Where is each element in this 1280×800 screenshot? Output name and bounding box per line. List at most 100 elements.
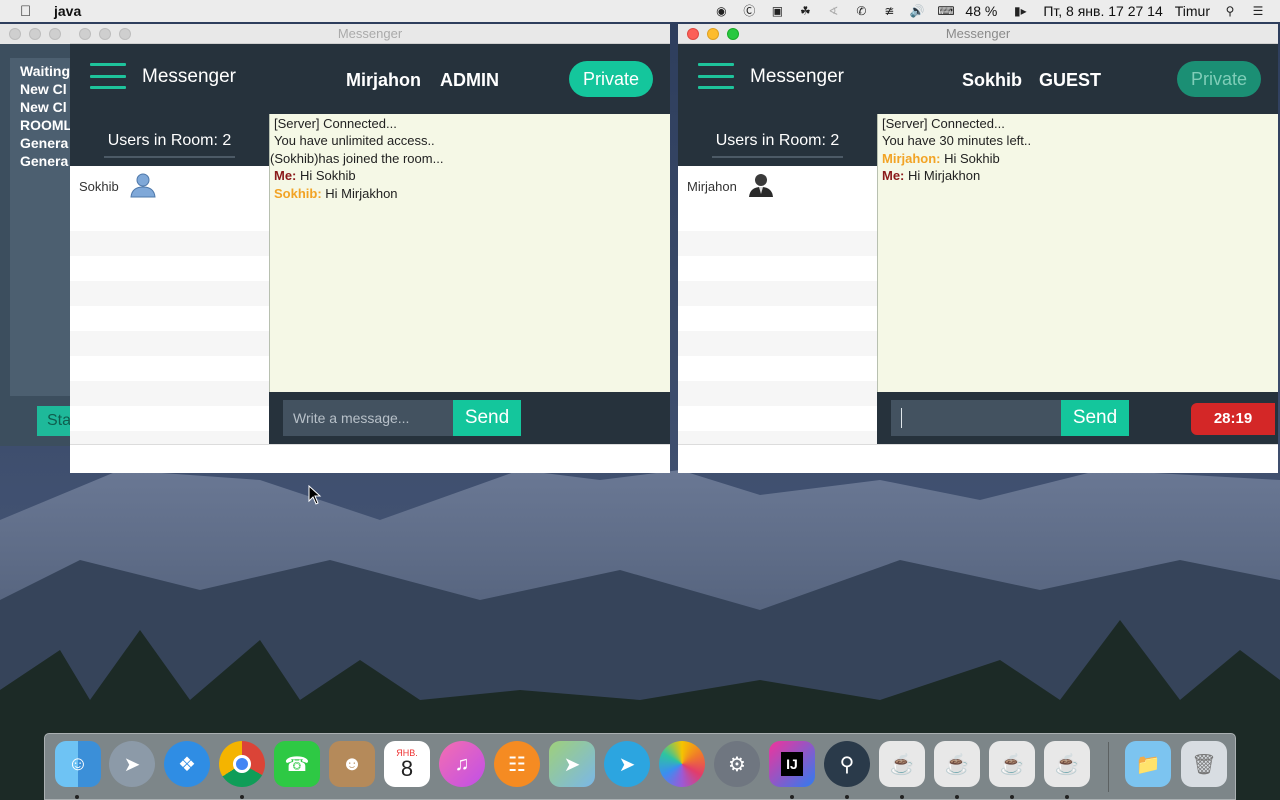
zoom-window-button[interactable] bbox=[727, 28, 739, 40]
send-button[interactable]: Send bbox=[453, 400, 521, 436]
users-sidebar: Users in Room: 2 Sokhib bbox=[70, 114, 269, 444]
user-list-empty-row bbox=[678, 431, 877, 444]
zoom-window-button[interactable] bbox=[49, 28, 61, 40]
hamburger-menu-icon[interactable] bbox=[698, 63, 734, 89]
finder-icon[interactable]: ☺ bbox=[55, 741, 101, 787]
volume-icon[interactable]: 🔊 bbox=[909, 4, 925, 18]
message-sender: Me: bbox=[274, 168, 297, 184]
photos-icon[interactable] bbox=[659, 741, 705, 787]
downloads-folder-icon[interactable]: 📁 bbox=[1125, 741, 1171, 787]
chrome-icon[interactable] bbox=[219, 741, 265, 787]
user-list-empty-row bbox=[678, 331, 877, 356]
phone-icon[interactable]: ✆ bbox=[853, 4, 869, 18]
window-title: Messenger bbox=[945, 26, 1011, 41]
launchpad-icon[interactable]: ➤ bbox=[109, 741, 155, 787]
user-role: ADMIN bbox=[440, 70, 499, 90]
evernote-icon[interactable]: ☘ bbox=[797, 4, 813, 18]
private-button[interactable]: Private bbox=[1177, 61, 1261, 97]
mouse-cursor-icon bbox=[308, 485, 322, 505]
itunes-icon[interactable]: ♫ bbox=[439, 741, 485, 787]
users-sidebar: Users in Room: 2 Mirjahon bbox=[678, 114, 877, 444]
battery-icon[interactable]: ▮▸ bbox=[1009, 4, 1031, 18]
send-button[interactable]: Send bbox=[1061, 400, 1129, 436]
chat-message: [Server] Connected... bbox=[274, 116, 397, 131]
chat-message: Sokhib: Hi Mirjakhon bbox=[274, 185, 398, 201]
notification-center-icon[interactable]: ☰ bbox=[1250, 4, 1266, 18]
user-list-empty-row bbox=[678, 256, 877, 281]
user-list-empty-row bbox=[70, 381, 269, 406]
private-button[interactable]: Private bbox=[569, 61, 653, 97]
user-list-item[interactable]: Sokhib bbox=[70, 166, 269, 206]
user-list-empty-row bbox=[678, 306, 877, 331]
window-titlebar[interactable]: Messenger bbox=[70, 24, 670, 44]
chat-log[interactable]: [Server] Connected... You have unlimited… bbox=[269, 114, 670, 392]
user-list-empty-row bbox=[70, 206, 269, 231]
app-header: Messenger Mirjahon ADMIN Private bbox=[70, 44, 670, 114]
quicktime-icon[interactable]: ⚲ bbox=[824, 741, 870, 787]
record-icon[interactable]: ◉ bbox=[713, 4, 729, 18]
messenger-window-guest: Messenger Messenger Sokhib GUEST Private… bbox=[678, 24, 1278, 473]
user-list-empty-row bbox=[70, 331, 269, 356]
user-list-item-name: Sokhib bbox=[79, 178, 119, 194]
spotlight-search-icon[interactable]: ⚲ bbox=[1222, 4, 1238, 18]
safari-icon[interactable]: ❖ bbox=[164, 741, 210, 787]
current-username: Mirjahon bbox=[346, 70, 421, 90]
hamburger-menu-icon[interactable] bbox=[90, 63, 126, 89]
window-title: Messenger bbox=[337, 26, 403, 41]
close-window-button[interactable] bbox=[9, 28, 21, 40]
text-caret bbox=[901, 408, 902, 428]
user-list-empty-row bbox=[70, 256, 269, 281]
clock[interactable]: Пт, 8 янв. 17 27 14 bbox=[1043, 3, 1162, 19]
facetime-icon[interactable]: ☎ bbox=[274, 741, 320, 787]
app-menu-name[interactable]: java bbox=[54, 3, 81, 19]
box-icon[interactable]: ▣ bbox=[769, 4, 785, 18]
user-list-empty-row bbox=[70, 306, 269, 331]
wifi-icon[interactable]: ≇ bbox=[881, 4, 897, 18]
intellij-icon[interactable]: IJ bbox=[769, 741, 815, 787]
minimize-window-button[interactable] bbox=[707, 28, 719, 40]
close-window-button[interactable] bbox=[687, 28, 699, 40]
telegram-icon[interactable]: ➤ bbox=[604, 741, 650, 787]
contacts-icon[interactable]: ☻ bbox=[329, 741, 375, 787]
user-name[interactable]: Timur bbox=[1175, 3, 1210, 19]
chat-message: Me: Hi Mirjakhon bbox=[882, 168, 981, 184]
zoom-window-button[interactable] bbox=[119, 28, 131, 40]
chat-message: Me: Hi Sokhib bbox=[274, 168, 356, 184]
java-icon[interactable]: ☕ bbox=[934, 741, 980, 787]
message-sender: Me: bbox=[882, 168, 905, 184]
skype-icon[interactable]: Ⓒ bbox=[741, 4, 757, 18]
system-preferences-icon[interactable]: ⚙ bbox=[714, 741, 760, 787]
chat-message: Mirjahon: Hi Sokhib bbox=[882, 150, 1000, 166]
user-role: GUEST bbox=[1039, 70, 1102, 90]
session-timer: 28:19 bbox=[1191, 403, 1275, 435]
calendar-icon[interactable]: ЯНВ. 8 bbox=[384, 741, 430, 787]
message-input[interactable] bbox=[283, 400, 453, 436]
maps-icon[interactable]: ➤ bbox=[549, 741, 595, 787]
minimize-window-button[interactable] bbox=[99, 28, 111, 40]
keyboard-layout-icon[interactable]: ⌨ bbox=[937, 4, 954, 18]
bluetooth-icon[interactable]: ∢ bbox=[825, 4, 841, 18]
chat-message: [Server] Connected... bbox=[882, 116, 1005, 131]
minimize-window-button[interactable] bbox=[29, 28, 41, 40]
close-window-button[interactable] bbox=[79, 28, 91, 40]
message-input[interactable] bbox=[891, 400, 1061, 436]
java-icon[interactable]: ☕ bbox=[879, 741, 925, 787]
user-list-empty-row bbox=[70, 356, 269, 381]
messenger-window-admin: Messenger Messenger Mirjahon ADMIN Priva… bbox=[70, 24, 670, 473]
java-icon[interactable]: ☕ bbox=[989, 741, 1035, 787]
message-composer: Send 28:19 bbox=[877, 392, 1278, 444]
user-list-item[interactable]: Mirjahon bbox=[678, 166, 877, 206]
java-icon[interactable]: ☕ bbox=[1044, 741, 1090, 787]
app-brand: Messenger bbox=[750, 66, 844, 87]
ibooks-icon[interactable]: ☷ bbox=[494, 741, 540, 787]
apple-menu-icon[interactable]:  bbox=[20, 3, 38, 20]
users-in-room-label: Users in Room: 2 bbox=[678, 114, 877, 166]
chat-log[interactable]: [Server] Connected... You have 30 minute… bbox=[877, 114, 1278, 392]
window-titlebar[interactable]: Messenger bbox=[678, 24, 1278, 44]
chat-message: You have unlimited access.. bbox=[274, 133, 435, 149]
server-window-titlebar[interactable] bbox=[0, 24, 80, 44]
chat-message: You have 30 minutes left.. bbox=[882, 133, 1032, 149]
window-bottom-area bbox=[678, 444, 1278, 473]
battery-percent[interactable]: 48 % bbox=[965, 3, 997, 19]
trash-icon[interactable]: 🗑 bbox=[1181, 741, 1227, 787]
